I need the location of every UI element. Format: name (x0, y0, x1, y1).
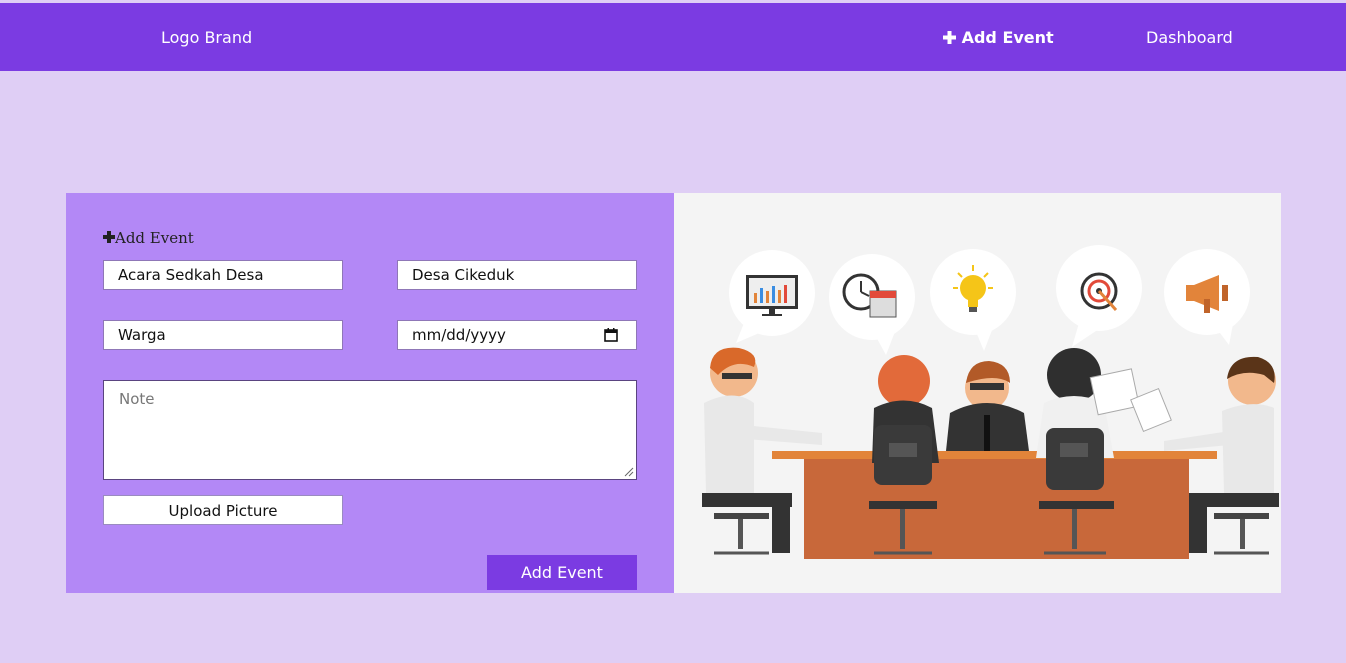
plus-icon (943, 31, 956, 44)
participants-input[interactable]: Warga (103, 320, 343, 350)
date-placeholder: mm/dd/yyyy (412, 326, 506, 344)
event-name-input[interactable]: Acara Sedkah Desa (103, 260, 343, 290)
meeting-table (772, 451, 1217, 559)
location-input[interactable]: Desa Cikeduk (397, 260, 637, 290)
team-meeting-image (702, 245, 1279, 559)
resize-grip-icon[interactable] (624, 467, 634, 477)
form-title: Add Event (103, 229, 194, 247)
calendar-icon[interactable] (604, 328, 618, 342)
meeting-illustration (674, 193, 1281, 593)
navbar: Logo Brand Add Event Dashboard (0, 3, 1346, 71)
clock-calendar-bubble-icon (829, 254, 915, 355)
nav-add-event-label: Add Event (961, 28, 1054, 47)
presentation-bubble-icon (729, 250, 815, 343)
person-center (946, 361, 1029, 451)
megaphone-bubble-icon (1164, 249, 1250, 345)
lightbulb-bubble-icon (930, 249, 1016, 351)
note-placeholder: Note (119, 390, 155, 408)
upload-picture-button[interactable]: Upload Picture (103, 495, 343, 525)
nav-add-event-link[interactable]: Add Event (943, 28, 1054, 47)
nav-dashboard-link[interactable]: Dashboard (1146, 28, 1233, 47)
event-form: Add Event Acara Sedkah Desa Desa Cikeduk… (66, 193, 674, 593)
add-event-card: Add Event Acara Sedkah Desa Desa Cikeduk… (66, 193, 1281, 593)
add-event-submit-button[interactable]: Add Event (487, 555, 637, 590)
form-title-label: Add Event (115, 229, 194, 247)
date-input[interactable]: mm/dd/yyyy (397, 320, 637, 350)
plus-icon (103, 231, 115, 243)
logo-brand[interactable]: Logo Brand (161, 28, 252, 47)
note-textarea[interactable]: Note (103, 380, 637, 480)
target-bubble-icon (1056, 245, 1142, 347)
